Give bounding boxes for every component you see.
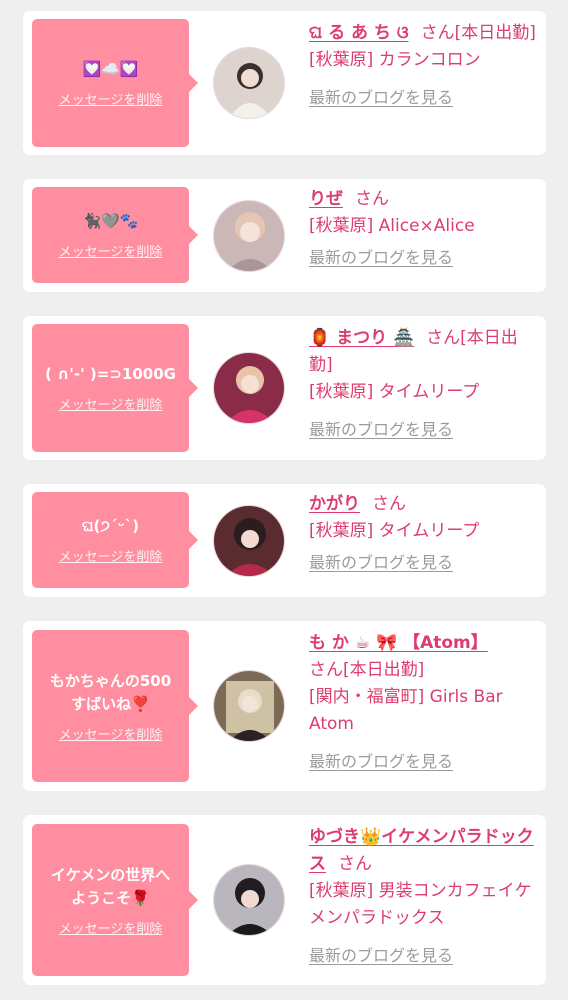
latest-blog-link[interactable]: 最新のブログを見る	[309, 549, 453, 576]
honorific: さん	[309, 660, 343, 680]
message-text: ଘ(੭ˊᵕˋ)	[81, 517, 140, 535]
honorific: さん	[338, 854, 372, 874]
delete-message-link[interactable]: メッセージを削除	[59, 724, 163, 743]
list-item: イケメンの世界へ ようこそ🌹 メッセージを削除 ゆづき👑イケメンパラドックス さん…	[23, 815, 546, 985]
delete-message-link[interactable]: メッセージを削除	[59, 918, 163, 937]
honorific: さん	[426, 328, 461, 348]
delete-message-link[interactable]: メッセージを削除	[59, 241, 163, 260]
honorific: さん	[372, 494, 406, 514]
work-status: [本日出勤]	[343, 660, 425, 680]
message-bubble: 💟☁️💟 メッセージを削除	[32, 19, 198, 147]
message-bubble: イケメンの世界へ ようこそ🌹 メッセージを削除	[32, 824, 198, 976]
message-text: ( ∩'-' )=⊃1000G	[45, 365, 176, 383]
shop-name: [秋葉原] 男装コンカフェイケメンパラドックス	[309, 881, 532, 928]
cast-name-link[interactable]: 🏮 まつり 🏯	[309, 328, 414, 348]
work-status: [本日出勤]	[454, 23, 536, 43]
list-item: もかちゃんの500 すばいね❣️ メッセージを削除 も か ☕ 🎀 【Atom】…	[23, 621, 546, 791]
cast-info: 🏮 まつり 🏯 さん[本日出勤] [秋葉原] タイムリープ 最新のブログを見る	[309, 325, 539, 444]
message-bubble: もかちゃんの500 すばいね❣️ メッセージを削除	[32, 630, 198, 782]
message-text: 🐈‍⬛🩶🐾	[82, 212, 139, 230]
cast-info: かがり さん [秋葉原] タイムリープ 最新のブログを見る	[309, 491, 539, 577]
avatar[interactable]	[213, 47, 285, 119]
honorific: さん	[420, 23, 455, 43]
shop-name: [秋葉原] タイムリープ	[309, 382, 480, 402]
shop-name: [関内・福富町] Girls Bar Atom	[309, 687, 503, 734]
cast-name-link[interactable]: も か ☕ 🎀 【Atom】	[309, 633, 488, 653]
cast-info: ゆづき👑イケメンパラドックス さん [秋葉原] 男装コンカフェイケメンパラドックス…	[309, 824, 539, 970]
message-text: イケメンの世界へ ようこそ🌹	[50, 865, 171, 907]
avatar[interactable]	[213, 200, 285, 272]
avatar[interactable]	[213, 352, 285, 424]
cast-info: ଘ る あ ち ଓ さん[本日出勤] [秋葉原] カランコロン 最新のブログを見る	[309, 20, 539, 112]
cast-name-link[interactable]: かがり	[309, 494, 360, 514]
list-item: 💟☁️💟 メッセージを削除 ଘ る あ ち ଓ さん[本日出勤] [秋葉原] カラ…	[23, 11, 546, 155]
message-text: もかちゃんの500 すばいね❣️	[49, 671, 172, 713]
message-text: 💟☁️💟	[82, 60, 139, 78]
delete-message-link[interactable]: メッセージを削除	[59, 546, 163, 565]
latest-blog-link[interactable]: 最新のブログを見る	[309, 748, 453, 775]
message-list: 💟☁️💟 メッセージを削除 ଘ る あ ち ଓ さん[本日出勤] [秋葉原] カラ…	[0, 0, 568, 1000]
list-item: 🐈‍⬛🩶🐾 メッセージを削除 りぜ さん [秋葉原] Alice×Alice 最新…	[23, 179, 546, 292]
cast-info: りぜ さん [秋葉原] Alice×Alice 最新のブログを見る	[309, 186, 539, 272]
delete-message-link[interactable]: メッセージを削除	[59, 89, 163, 108]
message-bubble: ( ∩'-' )=⊃1000G メッセージを削除	[32, 324, 198, 452]
latest-blog-link[interactable]: 最新のブログを見る	[309, 244, 453, 271]
cast-name-link[interactable]: りぜ	[309, 189, 343, 209]
shop-name: [秋葉原] Alice×Alice	[309, 216, 475, 236]
avatar[interactable]	[213, 505, 285, 577]
avatar[interactable]	[213, 864, 285, 936]
list-item: ( ∩'-' )=⊃1000G メッセージを削除 🏮 まつり 🏯 さん[本日出勤]…	[23, 316, 546, 460]
message-bubble: ଘ(੭ˊᵕˋ) メッセージを削除	[32, 492, 198, 588]
message-bubble: 🐈‍⬛🩶🐾 メッセージを削除	[32, 187, 198, 283]
latest-blog-link[interactable]: 最新のブログを見る	[309, 942, 453, 969]
shop-name: [秋葉原] タイムリープ	[309, 521, 480, 541]
delete-message-link[interactable]: メッセージを削除	[59, 394, 163, 413]
list-item: ଘ(੭ˊᵕˋ) メッセージを削除 かがり さん [秋葉原] タイムリープ 最新のブ…	[23, 484, 546, 597]
cast-name-link[interactable]: ଘ る あ ち ଓ	[309, 23, 409, 43]
shop-name: [秋葉原] カランコロン	[309, 50, 481, 70]
latest-blog-link[interactable]: 最新のブログを見る	[309, 84, 453, 111]
avatar[interactable]	[213, 670, 285, 742]
cast-info: も か ☕ 🎀 【Atom】 さん[本日出勤] [関内・福富町] Girls B…	[309, 630, 539, 776]
honorific: さん	[355, 189, 389, 209]
latest-blog-link[interactable]: 最新のブログを見る	[309, 416, 453, 443]
